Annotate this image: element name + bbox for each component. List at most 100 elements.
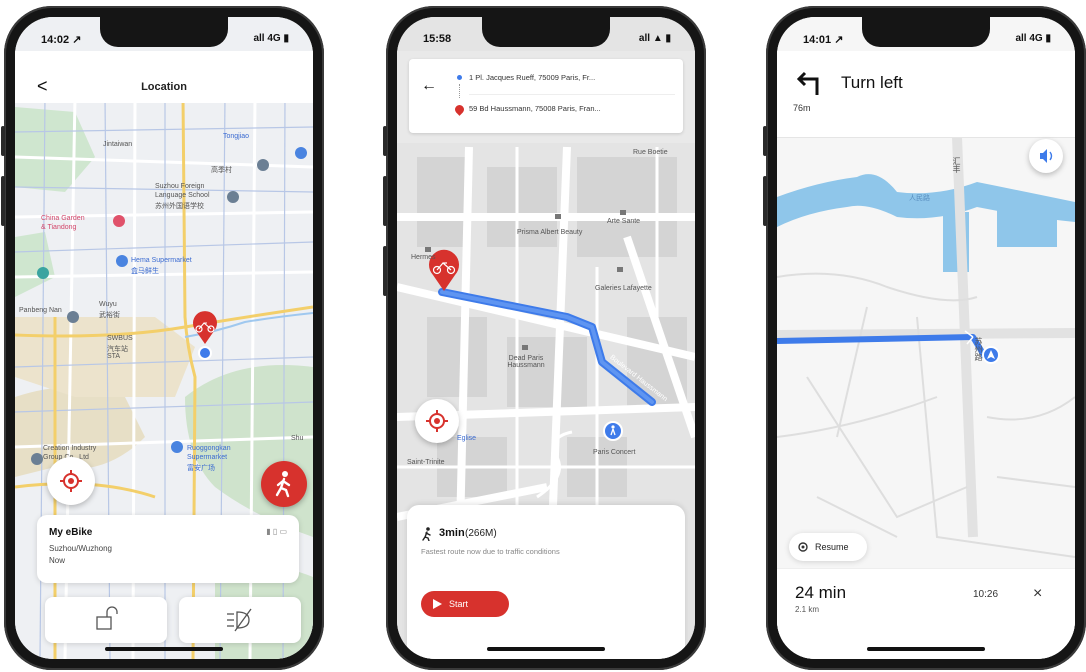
locate-button[interactable] [415, 399, 459, 443]
phone-route: 15:58 all ▲ ▮ Rue Boetie Arte Sante Pris… [383, 6, 706, 670]
target-icon [60, 470, 82, 492]
play-icon [433, 599, 442, 609]
destination-address[interactable]: 59 Bd Haussmann, 75008 Paris, Fran... [469, 104, 675, 113]
walk-mode-button[interactable] [261, 461, 307, 507]
divider [469, 94, 675, 95]
map-label: Creation Industry [43, 445, 97, 452]
phone-side-button [383, 126, 387, 156]
map-label: Eglise [457, 435, 477, 442]
status-time: 14:01 ↗ [803, 34, 844, 46]
lights-button[interactable] [179, 597, 301, 643]
location-target-icon [798, 542, 808, 552]
map-label: SWBUS [107, 335, 133, 342]
map-label: & Tiandong [41, 224, 77, 231]
phone-location: 14:02 ↗ all 4G ▮ < Location Jintaiwan To… [1, 6, 324, 670]
close-button[interactable]: × [1033, 585, 1042, 603]
ebike-location: Suzhou/Wuzhong [49, 544, 113, 553]
notch [100, 17, 228, 47]
address-box: ← 1 Pl. Jacques Rueff, 75009 Paris, Fr..… [409, 59, 683, 133]
phone-side-button [383, 246, 387, 296]
map-label: Tongjiao [223, 133, 250, 140]
resume-label: Resume [815, 542, 849, 552]
route-header: ← 1 Pl. Jacques Rueff, 75009 Paris, Fr..… [397, 51, 695, 143]
map-label: Rue Boetie [633, 149, 668, 156]
map-label: Saint-Trinite [407, 459, 445, 466]
map-label: Hermes [411, 254, 436, 261]
map-label: Prisma Albert Beauty [517, 229, 583, 236]
eta-arrival-time: 10:26 [973, 589, 999, 600]
page-title: Location [141, 81, 187, 93]
map-label: 高季村 [211, 167, 232, 174]
eta-duration: 24 min [795, 583, 847, 602]
origin-address[interactable]: 1 Pl. Jacques Rueff, 75009 Paris, Fr... [469, 73, 675, 82]
phone-side-button [1, 176, 5, 226]
map-label: 富安广场 [187, 465, 215, 472]
map-label: 苏州路 [974, 337, 983, 361]
map-label: Hema Supermarket [131, 257, 192, 264]
turn-left-arrow-icon [796, 71, 819, 95]
home-indicator [105, 647, 223, 651]
map-label: China Garden [41, 215, 85, 222]
phone-navigation: 14:01 ↗ all 4G ▮ 汇丰 苏州路 人民路 76m Turn lef… [763, 6, 1086, 670]
turn-instruction-header: 76m Turn left [777, 51, 1075, 138]
route-note: Fastest route now due to traffic conditi… [421, 547, 560, 556]
status-signal: all 4G ▮ [1015, 33, 1051, 44]
status-signal: all 4G ▮ [253, 33, 289, 44]
map-label: Dead Paris Haussmann [507, 355, 545, 369]
start-label: Start [449, 599, 469, 609]
eta-distance: 2.1 km [795, 605, 820, 614]
status-signal: all ▲ ▮ [638, 33, 671, 44]
resume-button[interactable]: Resume [789, 533, 867, 561]
ebike-card[interactable]: My eBike Suzhou/Wuzhong Now ▮ ▯ ▭ [37, 515, 299, 583]
turn-instruction: Turn left [841, 73, 903, 92]
battery-icon: ▮ ▯ ▭ [266, 527, 287, 536]
route-sheet: 3min (266M) Fastest route now due to tra… [407, 505, 685, 659]
status-bar: 15:58 all ▲ ▮ [397, 17, 695, 51]
start-button[interactable]: Start [421, 591, 509, 617]
phone-side-button [1, 126, 5, 156]
screen: 14:01 ↗ all 4G ▮ 汇丰 苏州路 人民路 76m Turn lef… [777, 17, 1075, 659]
map-label: Shu [291, 435, 304, 442]
map-label: 人民路 [909, 195, 930, 202]
destination-pin-icon [453, 103, 466, 116]
screen: 14:02 ↗ all 4G ▮ < Location Jintaiwan To… [15, 17, 313, 659]
phone-side-button [383, 176, 387, 226]
map-label: 苏州外国语学校 [155, 203, 204, 210]
map-label: Suzhou Foreign [155, 183, 205, 190]
map-label: STA [107, 353, 121, 360]
target-icon [426, 410, 448, 432]
map-label: Supermarket [187, 454, 228, 461]
home-indicator [487, 647, 605, 651]
map-label: Ruoggongkan [187, 445, 231, 452]
turn-distance: 76m [793, 103, 811, 113]
map-label: 汇丰 [952, 157, 961, 173]
speaker-icon [1040, 149, 1053, 163]
map-label: Panbeng Nan [19, 307, 62, 314]
back-arrow-icon[interactable]: ← [421, 78, 437, 94]
status-bar: 14:01 ↗ all 4G ▮ [777, 17, 1075, 51]
map-label: Galeries Lafayette [595, 285, 652, 292]
walking-person-icon [422, 527, 431, 541]
route-distance: (266M) [465, 528, 497, 539]
screen: 15:58 all ▲ ▮ Rue Boetie Arte Sante Pris… [397, 17, 695, 659]
map-label: 盒马鲜生 [131, 268, 159, 275]
status-time: 15:58 [423, 33, 452, 45]
map-label: Language School [155, 192, 210, 199]
home-indicator [867, 647, 985, 651]
route-duration: 3min [439, 527, 465, 539]
phone-side-button [763, 176, 767, 226]
eta-footer: 24 min 2.1 km 10:26 × [777, 568, 1075, 659]
map-label: Arte Sante [607, 218, 641, 225]
walking-person-icon [275, 471, 291, 498]
map-label: 武裕街 [99, 312, 120, 319]
map-label: Jintaiwan [103, 141, 133, 148]
sound-button[interactable] [1029, 139, 1063, 173]
route-connector [459, 84, 461, 98]
locate-button[interactable] [47, 457, 95, 505]
location-header: < Location [15, 51, 313, 103]
status-time: 14:02 ↗ [41, 34, 82, 46]
unlock-button[interactable] [45, 597, 167, 643]
ebike-time: Now [49, 556, 66, 565]
origin-dot-icon [457, 75, 462, 80]
ebike-title: My eBike [49, 527, 93, 538]
